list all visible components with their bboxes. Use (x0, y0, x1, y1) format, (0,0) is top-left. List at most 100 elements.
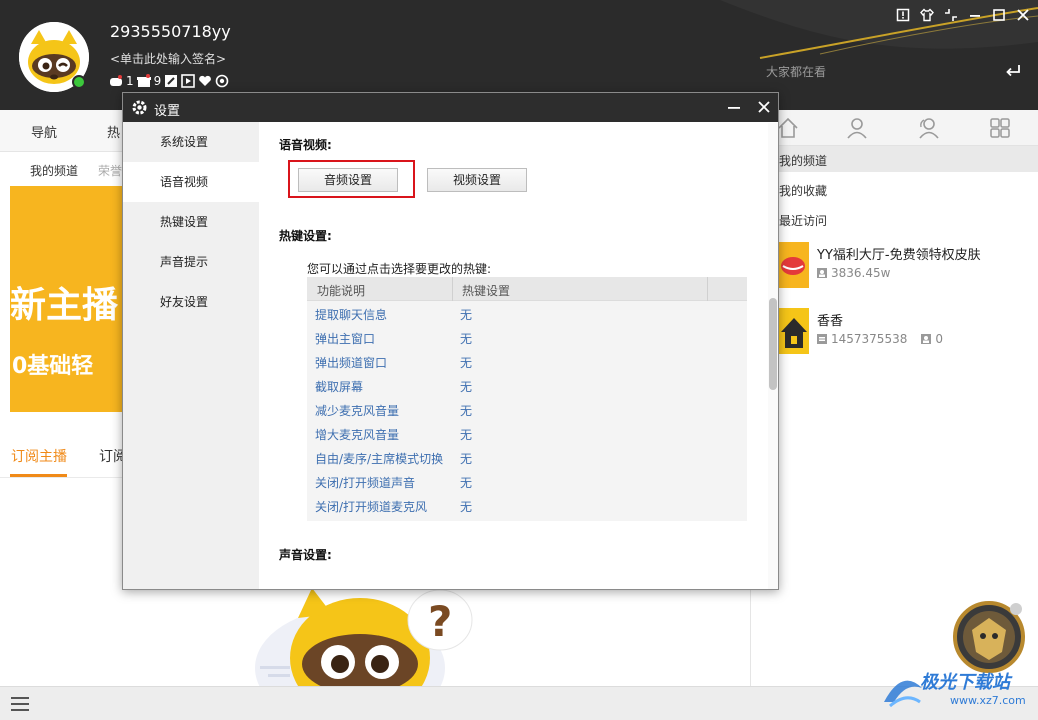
username[interactable]: 2935550718yy (110, 22, 231, 41)
settings-content: 语音视频: 音频设置 视频设置 热键设置: 您可以通过点击选择要更改的热键: 功… (259, 122, 778, 589)
skin-button[interactable] (918, 6, 936, 24)
gamepad-icon[interactable] (109, 74, 123, 88)
table-row[interactable]: 提取聊天信息 无 (307, 301, 747, 325)
channel-meta: 1457375538 0 (817, 332, 943, 346)
shrink-icon (945, 9, 957, 21)
hotkey-value[interactable]: 无 (460, 378, 472, 395)
watermark: 极光下载站 www.xz7.com (880, 666, 1035, 716)
rp-link-favorites[interactable]: 我的收藏 (779, 182, 827, 199)
col-separator (707, 277, 708, 301)
hotkey-value[interactable]: 无 (460, 330, 472, 347)
edit-icon[interactable] (164, 74, 178, 88)
nav-item-hot[interactable]: 热 (107, 122, 120, 141)
tab-subscribed-anchors[interactable]: 订阅主播 (11, 446, 67, 466)
close-button[interactable] (1014, 6, 1032, 24)
dialog-titlebar[interactable]: 设置 (123, 93, 778, 122)
settings-dialog: 设置 系统设置 语音视频 热键设置 声音提示 好友设置 语音视频: 音频设置 视… (122, 92, 779, 590)
channel-viewers: 3836.45w (831, 266, 891, 280)
table-row[interactable]: 增大麦克风音量 无 (307, 421, 747, 445)
hotkey-function: 弹出频道窗口 (315, 356, 388, 370)
hotkey-value[interactable]: 无 (460, 474, 472, 491)
apps-grid-icon[interactable] (987, 115, 1013, 141)
table-row[interactable]: 关闭/打开频道麦克风 无 (307, 493, 747, 517)
user-icon[interactable] (844, 115, 870, 141)
watermark-url: www.xz7.com (950, 694, 1026, 707)
gear-icon (132, 100, 147, 115)
hotkey-table: 功能说明 热键设置 提取聊天信息无 弹出主窗口无 弹出频道窗口无 截取屏幕无 减… (307, 277, 747, 521)
gamepad-count: 1 (126, 74, 134, 88)
enter-icon[interactable] (1004, 62, 1022, 80)
channel-item[interactable]: YY福利大厅-免费领特权皮肤 3836.45w (779, 242, 1029, 292)
friends-icon[interactable] (915, 115, 941, 141)
col-separator (452, 277, 453, 301)
section-title-sound: 声音设置: (279, 548, 332, 562)
hotkey-function: 弹出主窗口 (315, 332, 376, 346)
dialog-scrollbar-thumb[interactable] (769, 298, 777, 390)
heart-icon[interactable] (198, 74, 212, 88)
sidebar-item-audio-video[interactable]: 语音视频 (123, 162, 259, 202)
table-row[interactable]: 减少麦克风音量 无 (307, 397, 747, 421)
subnav-my-channel[interactable]: 我的频道 (30, 162, 78, 179)
col-function: 功能说明 (317, 284, 366, 298)
nav-item-guide[interactable]: 导航 (31, 122, 57, 141)
hotkey-function: 提取聊天信息 (315, 308, 388, 322)
hotkey-value[interactable]: 无 (460, 498, 472, 515)
audio-settings-button[interactable]: 音频设置 (298, 168, 398, 192)
eye-icon[interactable] (215, 74, 229, 88)
hotkey-value[interactable]: 无 (460, 306, 472, 323)
channel-thumbnail (779, 242, 809, 288)
hotkey-value[interactable]: 无 (460, 450, 472, 467)
hotkey-value[interactable]: 无 (460, 402, 472, 419)
table-row[interactable]: 关闭/打开频道声音 无 (307, 469, 747, 493)
rp-link-my-channel[interactable]: 我的频道 (779, 152, 827, 169)
channel-meta: 3836.45w (817, 266, 890, 280)
channel-name: 香香 (817, 314, 844, 329)
play-icon[interactable] (181, 74, 196, 88)
gift-icon[interactable] (136, 74, 151, 88)
channel-name: YY福利大厅-免费领特权皮肤 (817, 248, 981, 263)
table-row[interactable]: 弹出主窗口 无 (307, 325, 747, 349)
sidebar-item-sound-alerts[interactable]: 声音提示 (123, 242, 259, 282)
signature-input[interactable]: <单击此处输入签名> (110, 50, 226, 67)
hotkey-value[interactable]: 无 (460, 354, 472, 371)
watermark-logo-icon (884, 680, 922, 708)
hotkey-function: 关闭/打开频道声音 (315, 476, 416, 490)
sidebar-item-hotkeys[interactable]: 热键设置 (123, 202, 259, 242)
watermark-text: 极光下载站 (920, 672, 1010, 693)
video-settings-button[interactable]: 视频设置 (427, 168, 527, 192)
hotkey-value[interactable]: 无 (460, 426, 472, 443)
right-panel-tabs (751, 110, 1038, 146)
table-row[interactable]: 弹出频道窗口 无 (307, 349, 747, 373)
minimize-button[interactable] (966, 6, 984, 24)
banner-subline: 0基础轻 (12, 354, 94, 379)
channel-online: 0 (935, 332, 943, 346)
dialog-minimize-button[interactable] (725, 98, 743, 116)
close-icon (1017, 9, 1029, 21)
menu-icon[interactable] (10, 694, 30, 714)
rp-link-recent[interactable]: 最近访问 (779, 212, 827, 229)
svg-text:?: ? (428, 597, 452, 646)
minimize-icon (970, 15, 980, 17)
maximize-icon (993, 9, 1005, 21)
subnav-honor[interactable]: 荣誉 (98, 162, 122, 179)
hotkey-hint: 您可以通过点击选择要更改的热键: (307, 262, 492, 276)
maximize-button[interactable] (990, 6, 1008, 24)
gift-count: 9 (153, 74, 162, 88)
promo-banner[interactable]: 新主播 0基础轻 (10, 186, 125, 412)
feedback-button[interactable] (894, 6, 912, 24)
sidebar-item-system[interactable]: 系统设置 (123, 122, 259, 162)
mini-mode-button[interactable] (942, 6, 960, 24)
channel-id: 1457375538 (831, 332, 908, 346)
floating-close-button[interactable] (1010, 603, 1022, 615)
section-title-audio-video: 语音视频: (279, 138, 332, 152)
hotkey-function: 增大麦克风音量 (315, 428, 400, 442)
table-row[interactable]: 自由/麦序/主席模式切换 无 (307, 445, 747, 469)
table-row[interactable]: 截取屏幕 无 (307, 373, 747, 397)
search-input[interactable]: 大家都在看 (760, 58, 1030, 84)
channel-thumbnail (779, 308, 809, 354)
hotkey-function: 截取屏幕 (315, 380, 364, 394)
dialog-close-button[interactable] (755, 98, 773, 116)
sidebar-item-friends[interactable]: 好友设置 (123, 282, 259, 322)
channel-item[interactable]: 香香 1457375538 0 (779, 308, 1029, 358)
lips-logo-icon (781, 257, 805, 275)
